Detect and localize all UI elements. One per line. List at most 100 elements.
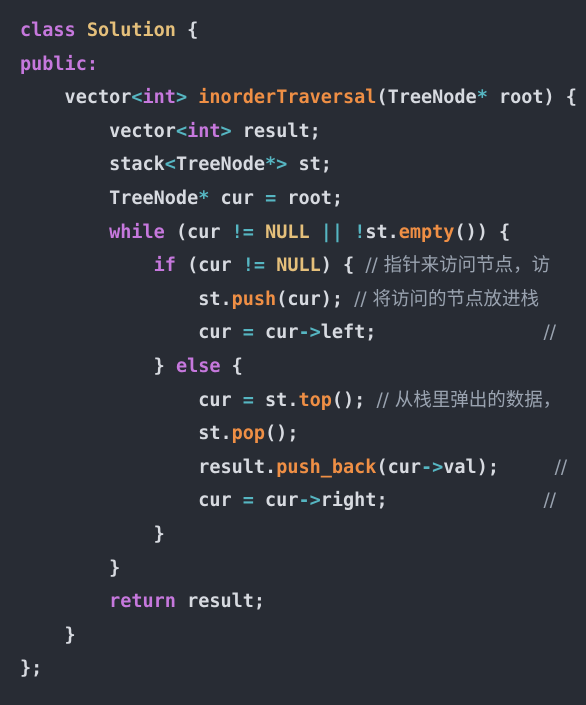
code-comment: // 从栈里弹出的数据， (376, 389, 562, 411)
code-token: } (20, 557, 121, 579)
code-comment: // (543, 490, 556, 512)
code-token: empty (398, 221, 455, 243)
code-token: } (20, 523, 165, 545)
code-token: || (320, 221, 344, 243)
code-token: left; (320, 322, 544, 344)
code-token: right; (320, 490, 544, 512)
code-token: = (242, 490, 254, 512)
code-line: } (20, 518, 577, 552)
code-token: } (20, 355, 176, 377)
code-token: cur (253, 490, 299, 512)
code-token: < (175, 120, 188, 142)
code-token: st. (253, 389, 299, 411)
code-token: (cur (164, 221, 232, 243)
code-line: class Solution { (20, 14, 577, 48)
code-token: push_back (276, 456, 377, 478)
code-comment: // 指针来访问节点，访 (365, 255, 551, 277)
code-token: = (242, 322, 254, 344)
code-token: > (220, 120, 232, 142)
code-token: stack (20, 154, 165, 176)
code-token: * (476, 87, 488, 109)
code-token: class (20, 20, 87, 41)
code-token: ! (354, 221, 366, 243)
code-token: -> (298, 322, 321, 344)
code-token: > (175, 87, 188, 109)
code-token: = (265, 187, 277, 209)
code-token: int (187, 120, 221, 142)
code-token: pop (231, 423, 266, 445)
code-token: (cur (376, 456, 421, 478)
code-token: (cur); (276, 288, 355, 310)
code-token: < (131, 87, 143, 109)
code-line: cur = cur->left; // (20, 316, 577, 350)
code-token: cur (253, 322, 299, 344)
code-token: (TreeNode (376, 87, 477, 109)
code-line: TreeNode* cur = root; (20, 182, 577, 216)
code-token: (); (331, 389, 377, 411)
code-token: result. (20, 456, 277, 478)
code-token: int (142, 87, 176, 109)
code-token: { (175, 20, 199, 41)
code-comment: // (554, 456, 568, 478)
code-token: top (298, 389, 332, 411)
code-token: cur (209, 187, 266, 209)
code-token: return (109, 591, 176, 613)
code-line: }; (20, 652, 577, 686)
code-editor: class Solution {public: vector<int> inor… (0, 0, 586, 705)
code-line: vector<int> result; (20, 115, 577, 149)
code-token: push (231, 288, 277, 310)
code-token: != (242, 255, 266, 277)
code-token: * (198, 187, 210, 209)
code-comment: // (543, 322, 556, 344)
code-token: inorderTraversal (198, 87, 377, 109)
code-token: } (20, 624, 76, 646)
code-token: if (153, 255, 176, 277)
code-token: st. (20, 288, 232, 310)
code-line: cur = st.top(); // 从栈里弹出的数据， (20, 384, 577, 418)
code-token: ) { (320, 255, 366, 277)
code-token: cur (20, 490, 243, 512)
code-token: while (109, 221, 165, 243)
code-comment: // 将访问的节点放进栈 (354, 288, 540, 310)
code-token: vector (20, 87, 132, 109)
code-token: root; (276, 187, 344, 209)
code-block: class Solution {public: vector<int> inor… (20, 14, 577, 686)
code-line: stack<TreeNode*> st; (20, 148, 577, 182)
code-token: != (231, 221, 254, 243)
code-line: st.push(cur); // 将访问的节点放进栈 (20, 283, 577, 317)
code-line: } (20, 619, 577, 653)
code-token: val); (443, 456, 555, 478)
code-token: { (220, 355, 243, 377)
code-line: st.pop(); (20, 417, 577, 451)
code-token: result; (231, 120, 321, 142)
code-token: Solution (86, 20, 176, 41)
code-token: = (242, 389, 254, 411)
code-line: } else { (20, 350, 577, 384)
code-token: st; (287, 154, 332, 176)
code-token: cur (20, 322, 243, 344)
code-line: cur = cur->right; // (20, 484, 577, 518)
code-token: -> (421, 456, 444, 478)
code-token: TreeNode (175, 154, 266, 176)
code-token: root) { (487, 87, 577, 109)
code-token: else (175, 355, 221, 377)
code-line: if (cur != NULL) { // 指针来访问节点，访 (20, 249, 577, 283)
code-token: -> (298, 490, 321, 512)
code-token: cur (20, 389, 243, 411)
code-line: public: (20, 48, 577, 82)
code-token: < (164, 154, 176, 176)
code-line: vector<int> inorderTraversal(TreeNode* r… (20, 81, 577, 115)
code-token: vector (20, 120, 176, 142)
code-token: result; (175, 591, 266, 613)
code-token: st. (365, 221, 399, 243)
code-token: public: (20, 53, 98, 75)
code-token: NULL (276, 255, 321, 277)
code-token: NULL (265, 221, 310, 243)
code-line: return result; (20, 585, 577, 619)
